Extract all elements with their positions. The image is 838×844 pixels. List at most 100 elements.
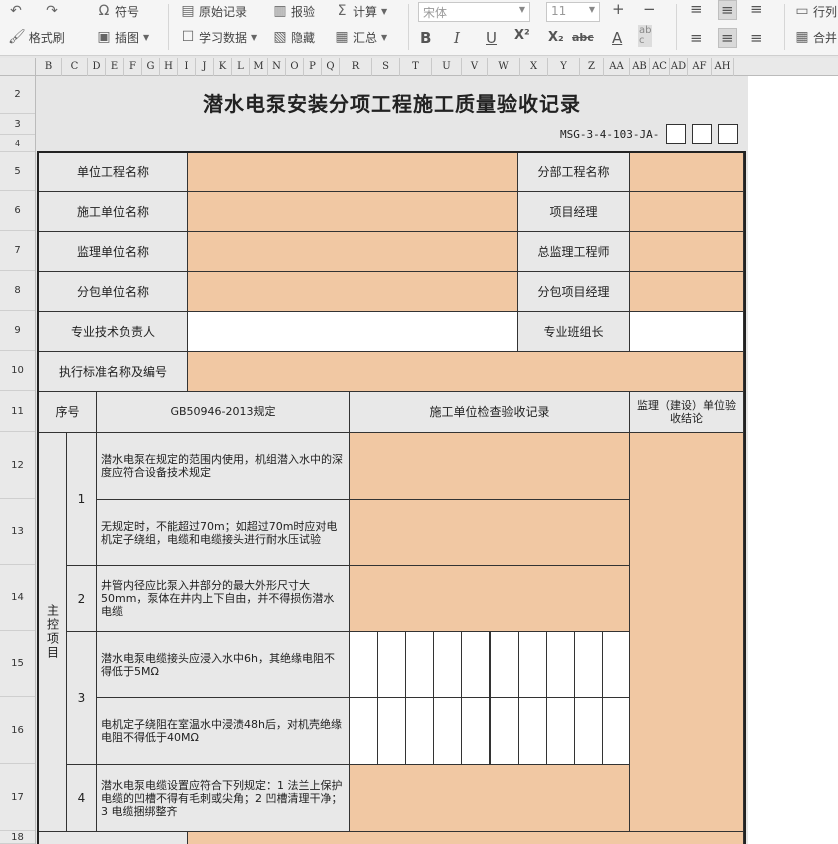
column-header[interactable]: R [340, 58, 372, 76]
spell-check-icon[interactable]: ab c [638, 25, 653, 47]
row-header[interactable]: 5 [0, 152, 35, 191]
calculate-button[interactable]: Σ 计算 ▼ [334, 0, 388, 22]
measurement-cell[interactable] [573, 631, 603, 698]
measurement-cell[interactable] [461, 631, 491, 698]
subcontract-unit-input[interactable] [187, 271, 518, 312]
column-header[interactable]: B [36, 58, 62, 76]
measurement-cell[interactable] [601, 697, 631, 765]
doc-code-box[interactable] [666, 124, 686, 144]
row-18-input[interactable] [187, 831, 744, 844]
column-header[interactable]: L [232, 58, 250, 76]
column-header[interactable]: F [124, 58, 142, 76]
measurement-cell[interactable] [377, 631, 407, 698]
column-header[interactable]: Z [580, 58, 604, 76]
construction-unit-input[interactable] [187, 191, 518, 232]
row-header[interactable]: 16 [0, 697, 35, 764]
team-leader-input[interactable] [629, 311, 744, 352]
column-header[interactable]: AB [630, 58, 650, 76]
standard-input[interactable] [187, 351, 744, 392]
column-header[interactable]: H [160, 58, 178, 76]
column-header[interactable]: J [196, 58, 214, 76]
measurement-cell[interactable] [405, 697, 435, 765]
align-bottom-icon[interactable]: ≡ [750, 0, 763, 18]
align-middle-icon[interactable]: ≡ [718, 0, 737, 20]
increase-font-icon[interactable]: + [612, 0, 625, 18]
row-header[interactable]: 9 [0, 311, 35, 351]
measurement-cell[interactable] [489, 631, 519, 698]
column-header[interactable]: Y [548, 58, 580, 76]
column-header[interactable]: W [488, 58, 520, 76]
align-left-icon[interactable]: ≡ [690, 29, 703, 47]
inspection-record-input[interactable] [349, 499, 630, 566]
row-header[interactable]: 17 [0, 764, 35, 831]
superscript-button[interactable]: X² [514, 28, 530, 43]
row-header[interactable]: 6 [0, 191, 35, 231]
merge-button[interactable]: ▦ 合并 [794, 26, 837, 48]
row-header[interactable]: 13 [0, 499, 35, 565]
study-data-button[interactable]: ☐ 学习数据 ▼ [180, 26, 257, 48]
tech-leader-input[interactable] [187, 311, 518, 352]
column-header[interactable]: Q [322, 58, 340, 76]
format-painter-button[interactable]: 🖌 格式刷 [8, 26, 65, 48]
sub-project-input[interactable] [629, 152, 744, 192]
row-header[interactable]: 12 [0, 432, 35, 499]
inspection-record-input[interactable] [349, 565, 630, 632]
column-header[interactable]: I [178, 58, 196, 76]
summary-button[interactable]: ▦ 汇总 ▼ [334, 26, 387, 48]
column-header[interactable]: C [62, 58, 88, 76]
decrease-font-icon[interactable]: − [643, 0, 656, 18]
column-header[interactable]: U [432, 58, 462, 76]
chief-supervisor-input[interactable] [629, 231, 744, 272]
subcontract-manager-input[interactable] [629, 271, 744, 312]
measurement-cell[interactable] [433, 697, 463, 765]
measurement-cell[interactable] [601, 631, 631, 698]
redo-button[interactable]: ↷ [44, 0, 60, 22]
font-size-select[interactable]: 11 ▼ [546, 2, 600, 22]
conclusion-input[interactable] [629, 432, 744, 832]
align-right-icon[interactable]: ≡ [750, 29, 763, 47]
font-name-select[interactable]: 宋体 ▼ [418, 2, 530, 22]
measurement-cell[interactable] [461, 697, 491, 765]
row-header[interactable]: 15 [0, 631, 35, 697]
column-header[interactable]: E [106, 58, 124, 76]
symbol-button[interactable]: Ω 符号 [96, 0, 139, 22]
inspection-record-input[interactable] [349, 764, 630, 832]
column-header[interactable]: T [400, 58, 432, 76]
measurement-cell[interactable] [517, 631, 547, 698]
row-header[interactable]: 10 [0, 351, 35, 391]
measurement-cell[interactable] [517, 697, 547, 765]
measurement-cell[interactable] [349, 697, 379, 765]
report-button[interactable]: ▥ 报验 [272, 0, 315, 22]
row-header[interactable]: 4 [0, 135, 35, 152]
row-header[interactable]: 11 [0, 391, 35, 432]
row-header[interactable]: 2 [0, 76, 35, 114]
column-header[interactable]: X [520, 58, 548, 76]
column-header[interactable]: AH [712, 58, 734, 76]
measurement-cell[interactable] [349, 631, 379, 698]
measurement-cell[interactable] [377, 697, 407, 765]
column-header[interactable]: G [142, 58, 160, 76]
unit-project-input[interactable] [187, 152, 518, 192]
row-col-button[interactable]: ▭ 行列 [794, 0, 837, 22]
column-header[interactable]: AC [650, 58, 670, 76]
measurement-cell[interactable] [433, 631, 463, 698]
subscript-button[interactable]: X₂ [548, 30, 564, 45]
row-header[interactable]: 3 [0, 114, 35, 135]
column-header[interactable]: N [268, 58, 286, 76]
row-header[interactable]: 7 [0, 231, 35, 271]
illustration-button[interactable]: ▣ 插图 ▼ [96, 26, 149, 48]
row-header[interactable]: 8 [0, 271, 35, 311]
align-center-icon[interactable]: ≡ [718, 28, 737, 48]
column-header[interactable]: D [88, 58, 106, 76]
underline-button[interactable]: U [486, 29, 497, 47]
measurement-cell[interactable] [545, 631, 575, 698]
align-top-icon[interactable]: ≡ [690, 0, 703, 18]
hide-button[interactable]: ▧ 隐藏 [272, 26, 315, 48]
measurement-cell[interactable] [545, 697, 575, 765]
column-header[interactable]: M [250, 58, 268, 76]
supervision-unit-input[interactable] [187, 231, 518, 272]
measurement-cell[interactable] [489, 697, 519, 765]
column-header[interactable]: AF [688, 58, 712, 76]
column-header[interactable]: S [372, 58, 400, 76]
column-header[interactable]: P [304, 58, 322, 76]
